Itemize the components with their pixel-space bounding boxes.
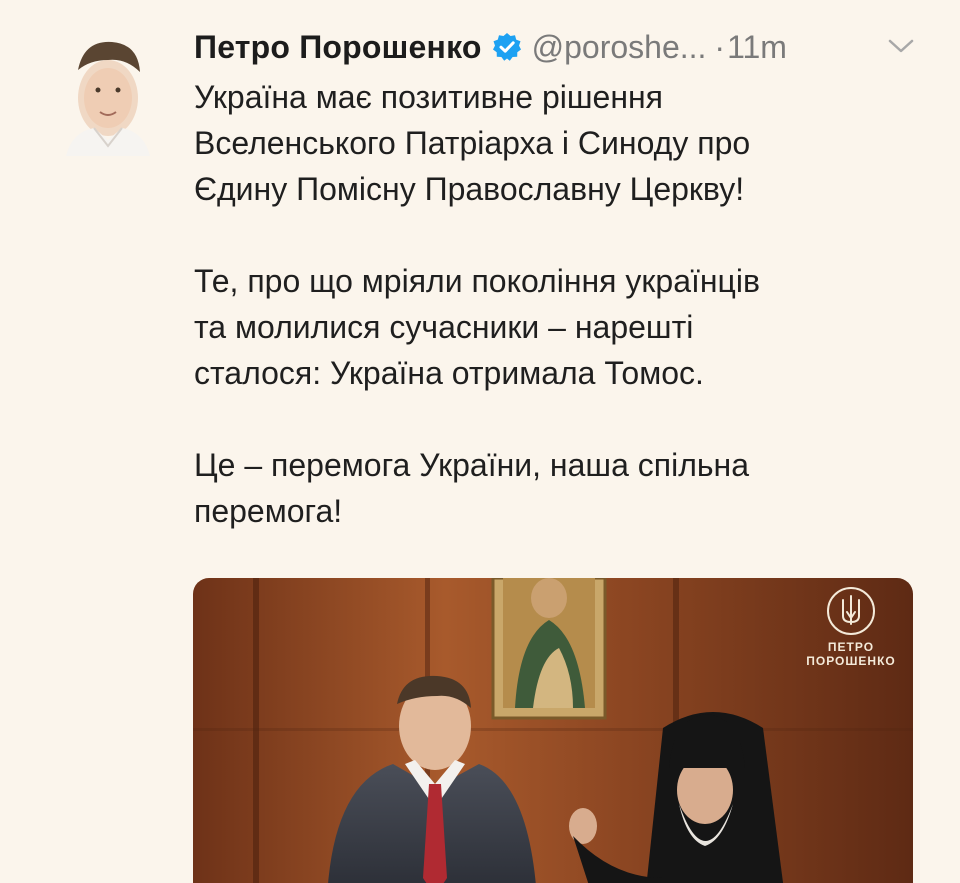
trident-icon xyxy=(826,586,876,636)
tweet-paragraph: Україна має позитивне рішення Вселенсько… xyxy=(194,79,751,207)
brand-line-second: ПОРОШЕНКО xyxy=(806,654,896,668)
tweet-timestamp[interactable]: 11m xyxy=(727,29,787,66)
brand-line-first: ПЕТРО xyxy=(827,640,875,654)
author-handle[interactable]: @poroshe... xyxy=(532,29,707,66)
author-name[interactable]: Петро Порошенко xyxy=(194,29,482,66)
tweet-paragraph: Те, про що мріяли покоління українців та… xyxy=(194,263,760,391)
chevron-down-icon[interactable] xyxy=(886,34,916,58)
tweet-text: Україна має позитивне рішення Вселенсько… xyxy=(194,74,914,580)
author-avatar[interactable] xyxy=(56,28,156,156)
verified-badge-icon xyxy=(492,32,522,62)
tweet-card: Петро Порошенко @poroshe... · 11m Україн… xyxy=(0,0,960,883)
tweet-paragraph: Це – перемога України, наша спільна пере… xyxy=(194,447,749,529)
brand-watermark: ПЕТРО ПОРОШЕНКО xyxy=(801,586,901,668)
tweet-photo[interactable]: ПЕТРО ПОРОШЕНКО xyxy=(193,578,913,883)
header-separator: · xyxy=(714,28,726,65)
tweet-header: Петро Порошенко @poroshe... · 11m xyxy=(194,22,787,72)
